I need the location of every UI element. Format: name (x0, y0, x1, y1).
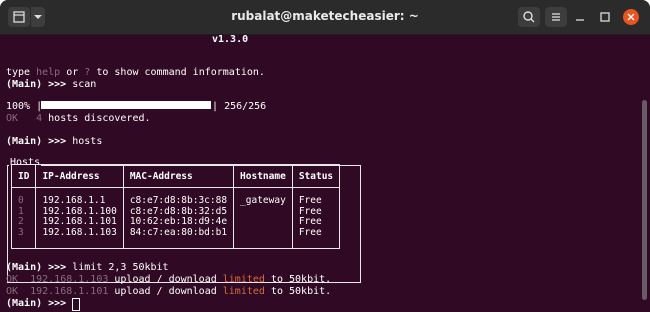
minimize-button[interactable] (571, 8, 589, 26)
help-keyword: help (36, 67, 61, 78)
host-mac: 10:62:eb:18:d9:4e (122, 216, 235, 228)
hosts-command-line: (Main) >>> hosts (6, 136, 102, 148)
host-name (233, 227, 293, 249)
host-id: 3 (10, 227, 37, 249)
limited-word: limited (222, 274, 265, 285)
limited-ip: 192.168.1.103 (30, 274, 109, 285)
table-header-row: ID IP-Address MAC-Address Hostname Statu… (10, 164, 341, 188)
progress-bar (41, 101, 211, 109)
host-ip: 192.168.1.103 (35, 227, 124, 249)
table-row: 0 192.168.1.1 c8:e7:d8:8b:3c:88 _gateway… (10, 187, 341, 207)
ok-label: OK (6, 286, 19, 297)
limit-text: upload / download (108, 274, 223, 285)
prompt: (Main) >>> (6, 79, 73, 90)
limit-command-line: (Main) >>> limit 2,3 50kbit (6, 262, 169, 274)
limit-result-line: OK 192.168.1.101 upload / download limit… (6, 286, 331, 298)
ok-label: OK (6, 274, 19, 285)
terminal-content[interactable]: v1.3.0 type help or ? to show command in… (0, 34, 638, 312)
host-name: _gateway (233, 187, 293, 207)
host-id: 2 (10, 216, 37, 228)
limit-text: upload / download (108, 286, 223, 297)
limit-result-line: OK 192.168.1.103 upload / download limit… (6, 274, 331, 286)
scan-result-text: hosts discovered. (42, 113, 151, 124)
hosts-command: hosts (72, 136, 103, 147)
scrollbar[interactable] (642, 100, 647, 300)
table-row: 3 192.168.1.103 84:c7:ea:80:bd:b1 Free (10, 227, 341, 249)
host-ip: 192.168.1.1 (35, 187, 124, 207)
close-icon (623, 9, 639, 25)
terminal-window: rubalat@maketecheasier: ~ v1.3.0 type he… (0, 0, 650, 312)
progress-line: 100% | (6, 101, 42, 113)
text-cursor[interactable] (72, 298, 81, 311)
scan-result-line: OK 4 hosts discovered. (6, 113, 151, 125)
host-status: Free (291, 216, 341, 228)
column-header: IP-Address (35, 164, 124, 188)
active-prompt-line[interactable]: (Main) >>> (6, 298, 81, 311)
maximize-icon (600, 12, 610, 22)
scan-command: scan (72, 79, 97, 90)
limit-rate: to 50kbit. (264, 286, 332, 297)
host-name (233, 217, 293, 228)
prompt: (Main) >>> (6, 298, 73, 309)
progress-count: 256/256 (224, 101, 267, 112)
ok-label: OK (6, 113, 19, 124)
host-ip: 192.168.1.101 (35, 216, 124, 228)
maximize-button[interactable] (596, 8, 614, 26)
column-header: MAC-Address (122, 164, 235, 188)
hamburger-menu-icon (552, 13, 560, 21)
scan-command-line: (Main) >>> scan (6, 79, 96, 91)
help-line: type help or ? to show command informati… (6, 67, 265, 79)
version-text: v1.3.0 (212, 34, 249, 45)
title-bar: rubalat@maketecheasier: ~ (0, 0, 650, 35)
minimize-icon (576, 19, 584, 21)
host-id: 0 (10, 187, 37, 207)
progress-bar-right: | (212, 101, 219, 112)
host-mac: 84:c7:ea:80:bd:b1 (122, 227, 235, 249)
limit-rate: to 50kbit. (264, 274, 332, 285)
limit-command: limit 2,3 50kbit (72, 262, 169, 273)
help-text-2: or (60, 67, 85, 78)
prompt: (Main) >>> (6, 262, 73, 273)
limited-word: limited (222, 286, 265, 297)
close-button[interactable] (622, 8, 640, 26)
limited-ip: 192.168.1.101 (30, 286, 109, 297)
hamburger-menu-button[interactable] (545, 7, 567, 27)
progress-percent: 100% (6, 101, 31, 112)
help-text-3: to show command information. (90, 67, 265, 78)
column-header: Hostname (233, 164, 293, 188)
prompt: (Main) >>> (6, 136, 73, 147)
table-row: 2 192.168.1.101 10:62:eb:18:d9:4e Free (10, 216, 341, 228)
host-status: Free (291, 227, 341, 249)
help-text-1: type (6, 67, 37, 78)
column-header: Status (291, 164, 341, 188)
host-mac: c8:e7:d8:8b:3c:88 (122, 187, 235, 207)
search-button[interactable] (518, 7, 540, 27)
hosts-table: ID IP-Address MAC-Address Hostname Statu… (10, 164, 341, 249)
host-status: Free (291, 187, 341, 207)
column-header: ID (10, 164, 37, 188)
host-name (233, 206, 293, 217)
search-icon (523, 11, 535, 23)
progress-count-line: | 256/256 (212, 101, 266, 113)
